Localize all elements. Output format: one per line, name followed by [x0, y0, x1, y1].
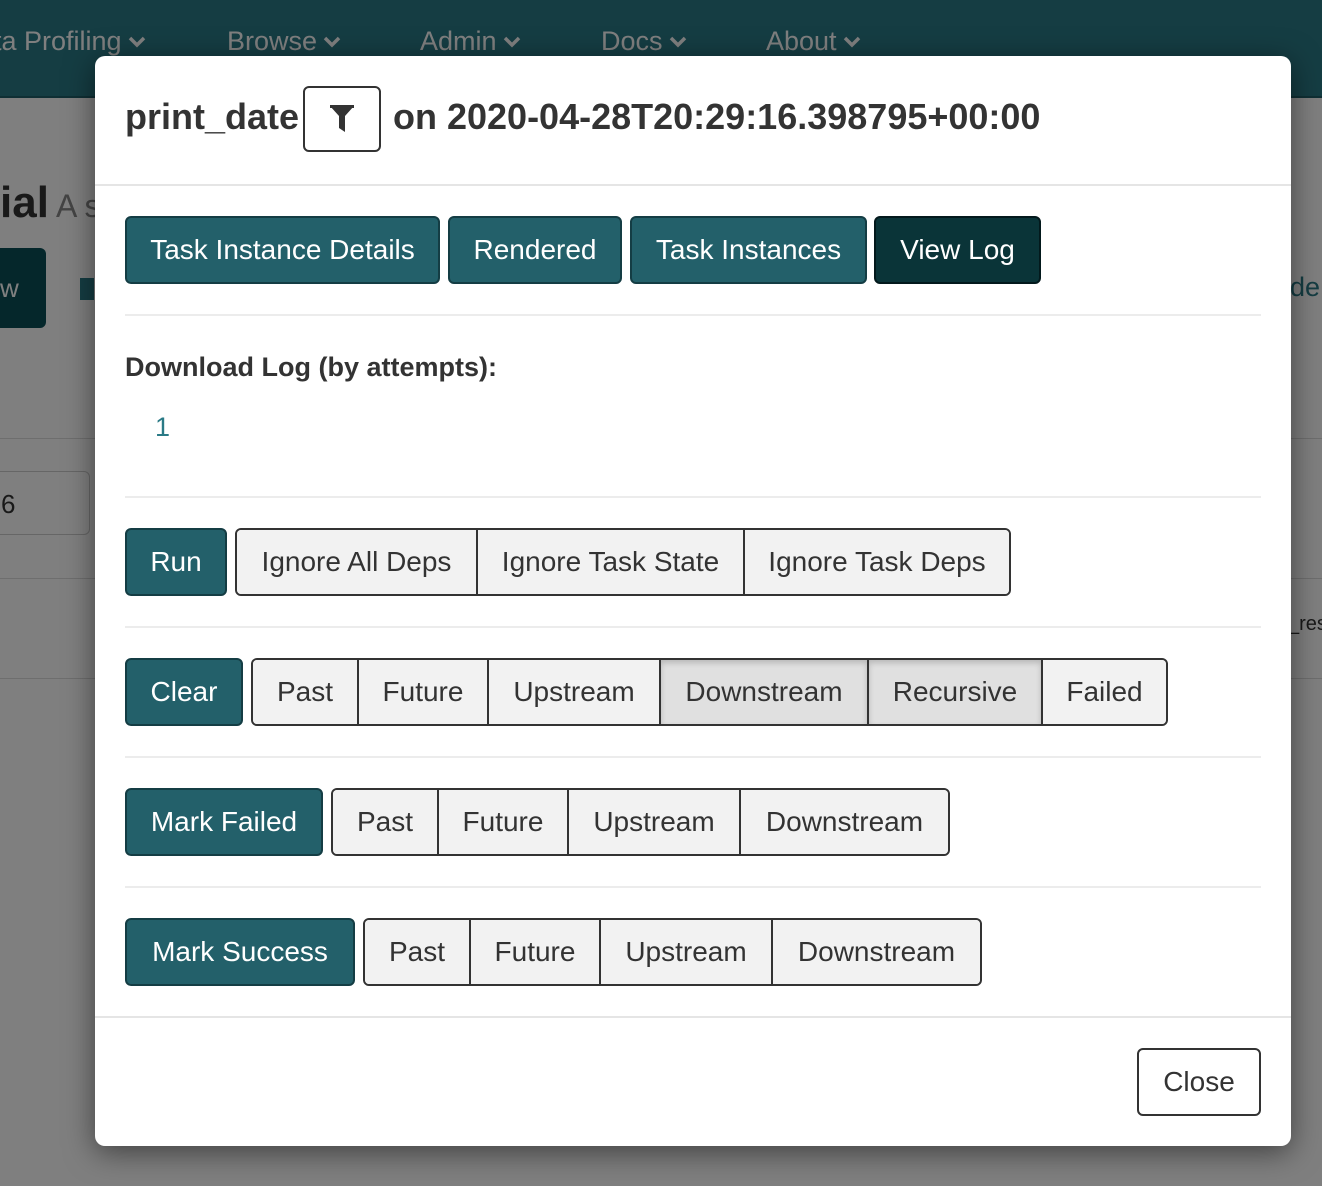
mark-success-past-toggle[interactable]: Past — [365, 920, 471, 984]
ignore-task-deps-toggle[interactable]: Ignore Task Deps — [745, 530, 1009, 594]
filter-icon — [330, 105, 354, 132]
clear-downstream-toggle[interactable]: Downstream — [661, 660, 869, 724]
clear-button[interactable]: Clear — [125, 658, 243, 726]
divider — [125, 314, 1261, 316]
task-id-title: print_date — [125, 96, 300, 137]
clear-options-group: Past Future Upstream Downstream Recursiv… — [251, 658, 1168, 726]
filter-upstream-button[interactable] — [303, 86, 381, 152]
view-log-button[interactable]: View Log — [874, 216, 1041, 284]
mark-failed-future-toggle[interactable]: Future — [439, 790, 569, 854]
rendered-button[interactable]: Rendered — [448, 216, 622, 284]
mark-failed-button[interactable]: Mark Failed — [125, 788, 323, 856]
mark-failed-past-toggle[interactable]: Past — [333, 790, 439, 854]
execution-date: on 2020-04-28T20:29:16.398795+00:00 — [393, 96, 1041, 137]
divider — [125, 756, 1261, 758]
divider — [125, 496, 1261, 498]
clear-upstream-toggle[interactable]: Upstream — [489, 660, 661, 724]
ignore-task-state-toggle[interactable]: Ignore Task State — [478, 530, 745, 594]
modal-header: print_date on 2020-04-28T20:29:16.398795… — [95, 56, 1291, 186]
mark-failed-options-group: Past Future Upstream Downstream — [331, 788, 950, 856]
clear-future-toggle[interactable]: Future — [359, 660, 489, 724]
run-options-group: Ignore All Deps Ignore Task State Ignore… — [235, 528, 1011, 596]
mark-success-button[interactable]: Mark Success — [125, 918, 355, 986]
divider — [125, 886, 1261, 888]
task-instance-modal: print_date on 2020-04-28T20:29:16.398795… — [95, 56, 1291, 1146]
mark-success-upstream-toggle[interactable]: Upstream — [601, 920, 773, 984]
ignore-all-deps-toggle[interactable]: Ignore All Deps — [237, 530, 478, 594]
run-button[interactable]: Run — [125, 528, 227, 596]
close-button[interactable]: Close — [1137, 1048, 1261, 1116]
divider — [125, 626, 1261, 628]
modal-footer-divider — [95, 1016, 1291, 1018]
mark-success-options-group: Past Future Upstream Downstream — [363, 918, 982, 986]
task-instance-details-button[interactable]: Task Instance Details — [125, 216, 440, 284]
clear-past-toggle[interactable]: Past — [253, 660, 359, 724]
mark-failed-downstream-toggle[interactable]: Downstream — [741, 790, 948, 854]
mark-success-downstream-toggle[interactable]: Downstream — [773, 920, 980, 984]
clear-failed-toggle[interactable]: Failed — [1043, 660, 1166, 724]
task-instances-button[interactable]: Task Instances — [630, 216, 867, 284]
mark-failed-upstream-toggle[interactable]: Upstream — [569, 790, 741, 854]
clear-recursive-toggle[interactable]: Recursive — [869, 660, 1043, 724]
mark-success-future-toggle[interactable]: Future — [471, 920, 601, 984]
download-log-attempt-link[interactable]: 1 — [155, 412, 170, 443]
download-log-label: Download Log (by attempts): — [125, 352, 497, 382]
